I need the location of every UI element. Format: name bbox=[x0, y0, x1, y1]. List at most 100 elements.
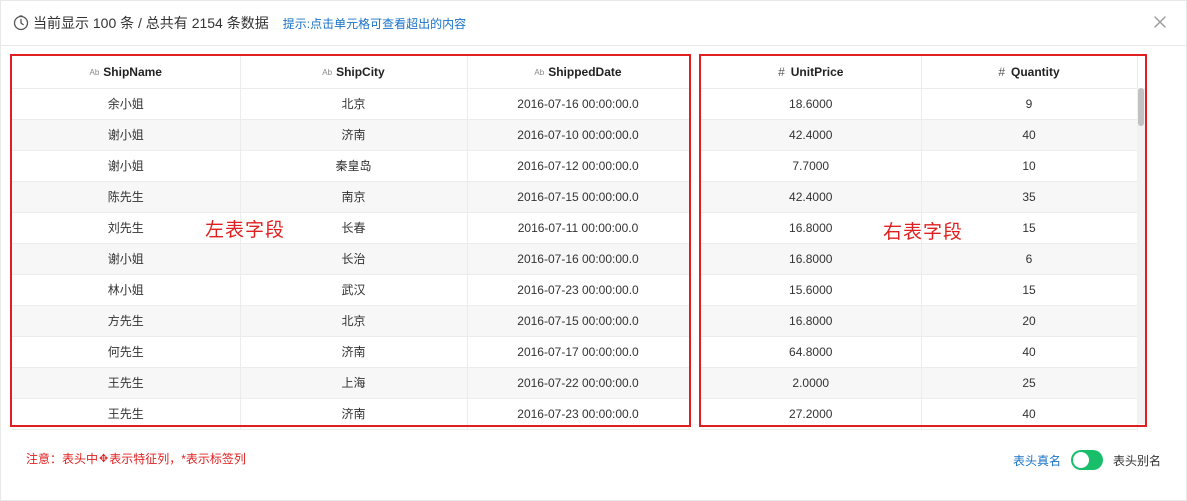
table-cell[interactable]: 42.4000 bbox=[701, 181, 922, 213]
table-cell[interactable]: 2016-07-11 00:00:00.0 bbox=[467, 212, 690, 244]
right-table-scrollbar[interactable] bbox=[1137, 88, 1145, 424]
table-row: 27.2000 40 bbox=[701, 398, 1138, 430]
table-cell[interactable]: 2016-07-17 00:00:00.0 bbox=[467, 336, 690, 368]
column-label: Quantity bbox=[1011, 64, 1060, 79]
table-cell[interactable]: 余小姐 bbox=[12, 88, 241, 120]
table-cell[interactable]: 谢小姐 bbox=[12, 150, 241, 182]
table-cell[interactable]: 2016-07-16 00:00:00.0 bbox=[467, 88, 690, 120]
table-cell[interactable]: 秦皇岛 bbox=[240, 150, 468, 182]
table-row: 16.8000 20 bbox=[701, 305, 1138, 337]
right-fields-label: 右表字段 bbox=[883, 221, 964, 243]
table-cell[interactable]: 林小姐 bbox=[12, 274, 241, 306]
table-cell[interactable]: 40 bbox=[921, 119, 1138, 151]
table-cell[interactable]: 42.4000 bbox=[701, 119, 922, 151]
table-cell[interactable]: 王先生 bbox=[12, 367, 241, 399]
table-row: 王先生 上海 2016-07-22 00:00:00.0 bbox=[12, 367, 690, 399]
table-cell[interactable]: 济南 bbox=[240, 336, 468, 368]
scrollbar-thumb[interactable] bbox=[1138, 88, 1144, 126]
left-table: Ab ShipName Ab ShipCity Ab ShippedDate 余小姐 北京 2… bbox=[12, 56, 690, 430]
switch-knob bbox=[1072, 452, 1089, 468]
table-cell[interactable]: 2016-07-12 00:00:00.0 bbox=[467, 150, 690, 182]
table-cell[interactable]: 64.8000 bbox=[701, 336, 922, 368]
table-row: 方先生 北京 2016-07-15 00:00:00.0 bbox=[12, 305, 690, 337]
table-cell[interactable]: 2016-07-10 00:00:00.0 bbox=[467, 119, 690, 151]
table-row: 18.6000 9 bbox=[701, 88, 1138, 120]
table-cell[interactable]: 2016-07-23 00:00:00.0 bbox=[467, 274, 690, 306]
table-cell[interactable]: 北京 bbox=[240, 305, 468, 337]
table-cell[interactable]: 7.7000 bbox=[701, 150, 922, 182]
table-cell[interactable]: 方先生 bbox=[12, 305, 241, 337]
table-cell[interactable]: 长治 bbox=[240, 243, 468, 275]
table-row: 何先生 济南 2016-07-17 00:00:00.0 bbox=[12, 336, 690, 368]
record-count-summary: 当前显示 100 条 / 总共有 2154 条数据 bbox=[33, 15, 269, 31]
table-cell[interactable]: 2016-07-16 00:00:00.0 bbox=[467, 243, 690, 275]
table-cell[interactable]: 27.2000 bbox=[701, 398, 922, 430]
table-row: 陈先生 南京 2016-07-15 00:00:00.0 bbox=[12, 181, 690, 213]
text-type-icon: Ab bbox=[89, 67, 100, 77]
table-row: 2.0000 25 bbox=[701, 367, 1138, 399]
table-cell[interactable]: 上海 bbox=[240, 367, 468, 399]
table-cell[interactable]: 18.6000 bbox=[701, 88, 922, 120]
table-cell[interactable]: 济南 bbox=[240, 119, 468, 151]
table-row: 刘先生 长春 2016-07-11 00:00:00.0 bbox=[12, 212, 690, 244]
footer-note-prefix: 注意：表头中 bbox=[26, 452, 99, 466]
footer-note: 注意：表头中 ✥ 表示特征列，*表示标签列 bbox=[26, 450, 246, 467]
table-cell[interactable]: 15 bbox=[921, 274, 1138, 306]
table-cell[interactable]: 2016-07-22 00:00:00.0 bbox=[467, 367, 690, 399]
table-row: 谢小姐 长治 2016-07-16 00:00:00.0 bbox=[12, 243, 690, 275]
real-name-label[interactable]: 表头真名 bbox=[1013, 452, 1061, 469]
table-cell[interactable]: 15.6000 bbox=[701, 274, 922, 306]
table-cell[interactable]: 10 bbox=[921, 150, 1138, 182]
left-header-shipcity[interactable]: Ab ShipCity bbox=[240, 56, 468, 89]
column-label: ShippedDate bbox=[548, 64, 622, 79]
table-row: 15.6000 15 bbox=[701, 274, 1138, 306]
data-preview-dialog: 当前显示 100 条 / 总共有 2154 条数据 提示:点击单元格可查看超出的… bbox=[0, 0, 1187, 501]
text-type-icon: Ab bbox=[534, 67, 545, 77]
table-cell[interactable]: 2016-07-15 00:00:00.0 bbox=[467, 181, 690, 213]
table-row: 谢小姐 济南 2016-07-10 00:00:00.0 bbox=[12, 119, 690, 151]
table-cell[interactable]: 谢小姐 bbox=[12, 243, 241, 275]
table-row: 7.7000 10 bbox=[701, 150, 1138, 182]
table-cell[interactable]: 2016-07-23 00:00:00.0 bbox=[467, 398, 690, 430]
close-icon[interactable] bbox=[1152, 14, 1168, 30]
left-table-header-row: Ab ShipName Ab ShipCity Ab ShippedDate bbox=[12, 56, 690, 89]
table-cell[interactable]: 谢小姐 bbox=[12, 119, 241, 151]
table-cell[interactable]: 陈先生 bbox=[12, 181, 241, 213]
table-row: 余小姐 北京 2016-07-16 00:00:00.0 bbox=[12, 88, 690, 120]
table-cell[interactable]: 35 bbox=[921, 181, 1138, 213]
left-header-shippeddate[interactable]: Ab ShippedDate bbox=[467, 56, 690, 89]
text-type-icon: Ab bbox=[322, 67, 333, 77]
header-alias-switch[interactable] bbox=[1070, 450, 1103, 470]
table-cell[interactable]: 20 bbox=[921, 305, 1138, 337]
right-header-quantity[interactable]: # Quantity bbox=[921, 56, 1138, 89]
table-cell[interactable]: 6 bbox=[921, 243, 1138, 275]
table-cell[interactable]: 40 bbox=[921, 398, 1138, 430]
clock-icon bbox=[13, 15, 29, 31]
table-cell[interactable]: 40 bbox=[921, 336, 1138, 368]
left-header-shipname[interactable]: Ab ShipName bbox=[12, 56, 241, 89]
table-row: 42.4000 35 bbox=[701, 181, 1138, 213]
table-row: 王先生 济南 2016-07-23 00:00:00.0 bbox=[12, 398, 690, 430]
cell-click-hint: 提示:点击单元格可查看超出的内容 bbox=[282, 16, 467, 31]
column-label: ShipName bbox=[103, 64, 162, 79]
table-cell[interactable]: 9 bbox=[921, 88, 1138, 120]
table-cell[interactable]: 25 bbox=[921, 367, 1138, 399]
right-header-unitprice[interactable]: # UnitPrice bbox=[701, 56, 922, 89]
alias-name-label[interactable]: 表头别名 bbox=[1113, 452, 1161, 469]
table-row: 42.4000 40 bbox=[701, 119, 1138, 151]
table-row: 林小姐 武汉 2016-07-23 00:00:00.0 bbox=[12, 274, 690, 306]
header-name-toggle-area: 表头真名 表头别名 bbox=[1013, 450, 1161, 470]
table-cell[interactable]: 16.8000 bbox=[701, 243, 922, 275]
table-cell[interactable]: 武汉 bbox=[240, 274, 468, 306]
table-row: 64.8000 40 bbox=[701, 336, 1138, 368]
table-cell[interactable]: 王先生 bbox=[12, 398, 241, 430]
table-cell[interactable]: 济南 bbox=[240, 398, 468, 430]
table-cell[interactable]: 何先生 bbox=[12, 336, 241, 368]
table-cell[interactable]: 南京 bbox=[240, 181, 468, 213]
dialog-header: 当前显示 100 条 / 总共有 2154 条数据 提示:点击单元格可查看超出的… bbox=[1, 1, 1186, 46]
table-cell[interactable]: 16.8000 bbox=[701, 305, 922, 337]
table-cell[interactable]: 2016-07-15 00:00:00.0 bbox=[467, 305, 690, 337]
table-cell[interactable]: 2.0000 bbox=[701, 367, 922, 399]
number-type-icon: # bbox=[778, 64, 785, 79]
table-cell[interactable]: 北京 bbox=[240, 88, 468, 120]
